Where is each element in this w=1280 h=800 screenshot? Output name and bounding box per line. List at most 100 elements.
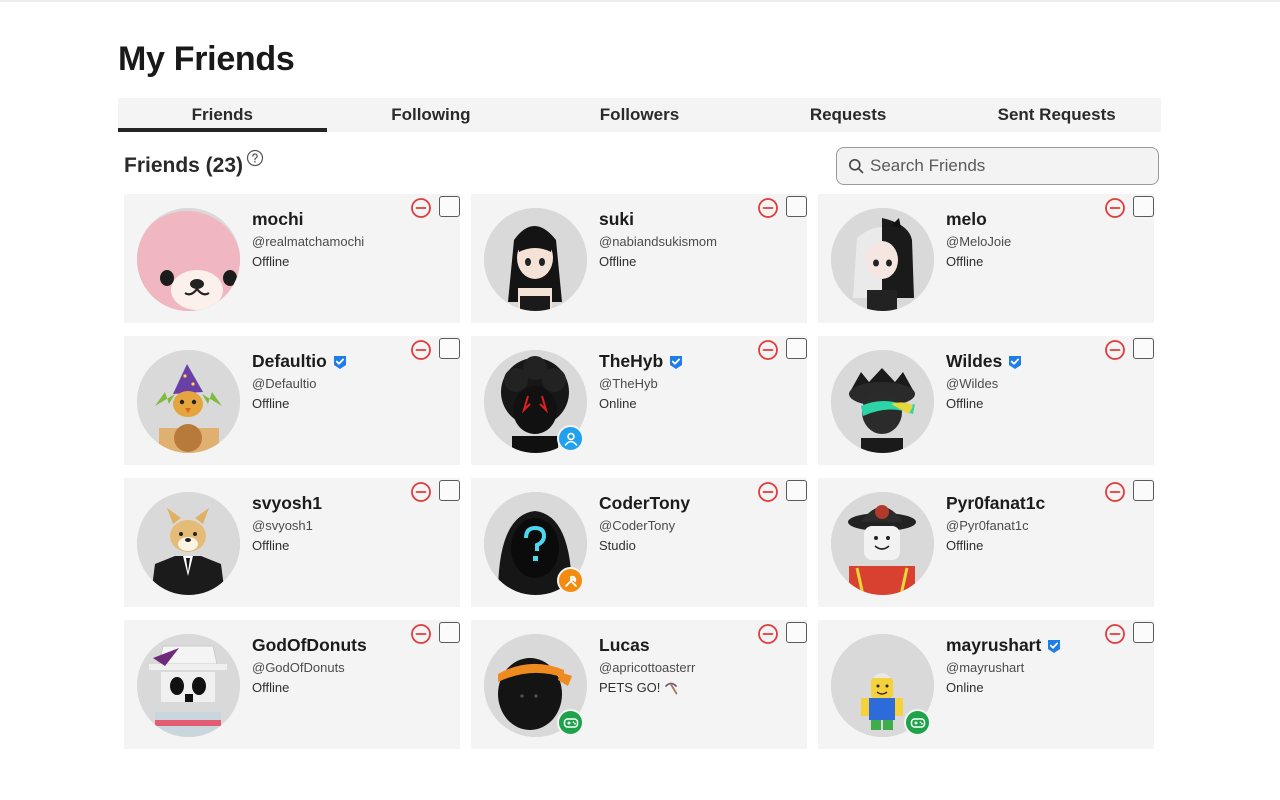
friend-display-name[interactable]: Defaultio [252,351,327,372]
friend-status: Offline [252,396,290,411]
select-friend-checkbox[interactable] [439,622,460,643]
search-friends-box[interactable] [836,147,1159,185]
select-friend-checkbox[interactable] [439,480,460,501]
friend-username: @svyosh1 [252,518,313,533]
tab-following[interactable]: Following [327,98,536,132]
friend-display-name[interactable]: Lucas [599,635,650,656]
friend-card[interactable]: melo @MeloJoie Offline [818,194,1154,323]
pink-bear-avatar[interactable] [137,208,240,311]
friend-status-row: Offline [252,537,322,554]
remove-friend-button[interactable] [757,623,779,645]
verified-badge-icon [1046,638,1062,654]
friend-name-row: svyosh1 [252,493,322,514]
firefighter-avatar[interactable] [831,492,934,595]
friend-display-name[interactable]: Pyr0fanat1c [946,493,1045,514]
friend-info: suki @nabiandsukismom Offline [599,209,717,270]
white-hat-avatar[interactable] [137,634,240,737]
tab-sent-requests[interactable]: Sent Requests [952,98,1161,132]
friend-card[interactable]: mochi @realmatchamochi Offline [124,194,460,323]
remove-friend-button[interactable] [410,197,432,219]
select-friend-checkbox[interactable] [1133,480,1154,501]
search-friends-input[interactable] [870,156,1150,176]
search-icon [849,159,864,174]
select-friend-checkbox[interactable] [439,338,460,359]
shiba-suit-avatar[interactable] [137,492,240,595]
select-friend-checkbox[interactable] [786,338,807,359]
select-friend-checkbox[interactable] [1133,196,1154,217]
friend-card[interactable]: CoderTony @CoderTony Studio [471,478,807,607]
minus-circle-icon [758,482,778,502]
friend-display-name[interactable]: mayrushart [946,635,1041,656]
friend-card[interactable]: GodOfDonuts @GodOfDonuts Offline [124,620,460,749]
tab-followers[interactable]: Followers [535,98,744,132]
minus-circle-icon [758,198,778,218]
friend-status: Offline [946,538,984,553]
select-friend-checkbox[interactable] [786,196,807,217]
friend-status-row: Online [599,395,684,412]
friend-card[interactable]: Pyr0fanat1c @Pyr0fanat1c Offline [818,478,1154,607]
game-controller-icon[interactable] [904,709,931,736]
friends-count-heading: Friends (23) [124,149,264,178]
black-hair-girl-avatar[interactable] [484,208,587,311]
remove-friend-button[interactable] [410,481,432,503]
verified-badge-icon [332,354,348,370]
friend-display-name[interactable]: TheHyb [599,351,663,372]
select-friend-checkbox[interactable] [786,622,807,643]
friend-username: @TheHyb [599,376,658,391]
select-friend-checkbox[interactable] [786,480,807,501]
verified-badge-icon [1007,354,1023,370]
tab-friends[interactable]: Friends [118,98,327,132]
dark-helmet-avatar[interactable] [831,350,934,453]
remove-friend-button[interactable] [1104,339,1126,361]
friend-username: @GodOfDonuts [252,660,345,675]
friend-display-name[interactable]: GodOfDonuts [252,635,367,656]
minus-circle-icon [411,482,431,502]
friend-username: @realmatchamochi [252,234,365,249]
friend-display-name[interactable]: mochi [252,209,304,230]
friend-card[interactable]: mayrushart @mayrushart Online [818,620,1154,749]
tab-requests[interactable]: Requests [744,98,953,132]
studio-wrench-icon[interactable] [557,567,584,594]
friend-display-name[interactable]: CoderTony [599,493,690,514]
remove-friend-button[interactable] [757,339,779,361]
remove-friend-button[interactable] [1104,197,1126,219]
remove-friend-button[interactable] [757,481,779,503]
friend-username: @MeloJoie [946,234,1012,249]
minus-circle-icon [758,340,778,360]
select-friend-checkbox[interactable] [439,196,460,217]
remove-friend-button[interactable] [757,197,779,219]
friend-display-name[interactable]: melo [946,209,987,230]
select-friend-checkbox[interactable] [1133,338,1154,359]
split-hair-girl-avatar[interactable] [831,208,934,311]
friend-info: Lucas @apricottoasterr PETS GO! [599,635,695,696]
friend-card[interactable]: svyosh1 @svyosh1 Offline [124,478,460,607]
friend-username: @Pyr0fanat1c [946,518,1029,533]
select-friend-checkbox[interactable] [1133,622,1154,643]
friend-status-row: Offline [252,395,348,412]
minus-circle-icon [411,340,431,360]
remove-friend-button[interactable] [410,623,432,645]
friend-display-name[interactable]: Wildes [946,351,1002,372]
friend-card[interactable]: Defaultio @Defaultio Offline [124,336,460,465]
friend-card[interactable]: Wildes @Wildes Offline [818,336,1154,465]
minus-circle-icon [758,624,778,644]
friend-status: Offline [252,254,290,269]
friend-status: Offline [946,254,984,269]
friend-card[interactable]: TheHyb @TheHyb Online [471,336,807,465]
friend-status-row: Offline [946,395,1023,412]
verified-badge-icon [668,354,684,370]
wizard-bird-avatar[interactable] [137,350,240,453]
remove-friend-button[interactable] [1104,481,1126,503]
remove-friend-button[interactable] [410,339,432,361]
friend-username: @apricottoasterr [599,660,696,675]
friend-status: Offline [252,680,290,695]
friend-display-name[interactable]: suki [599,209,634,230]
remove-friend-button[interactable] [1104,623,1126,645]
friend-card[interactable]: Lucas @apricottoasterr PETS GO! [471,620,807,749]
friend-display-name[interactable]: svyosh1 [252,493,322,514]
friend-card[interactable]: suki @nabiandsukismom Offline [471,194,807,323]
question-circle-icon[interactable] [246,149,264,167]
friend-name-row: mochi [252,209,364,230]
minus-circle-icon [1105,198,1125,218]
game-controller-icon[interactable] [557,709,584,736]
